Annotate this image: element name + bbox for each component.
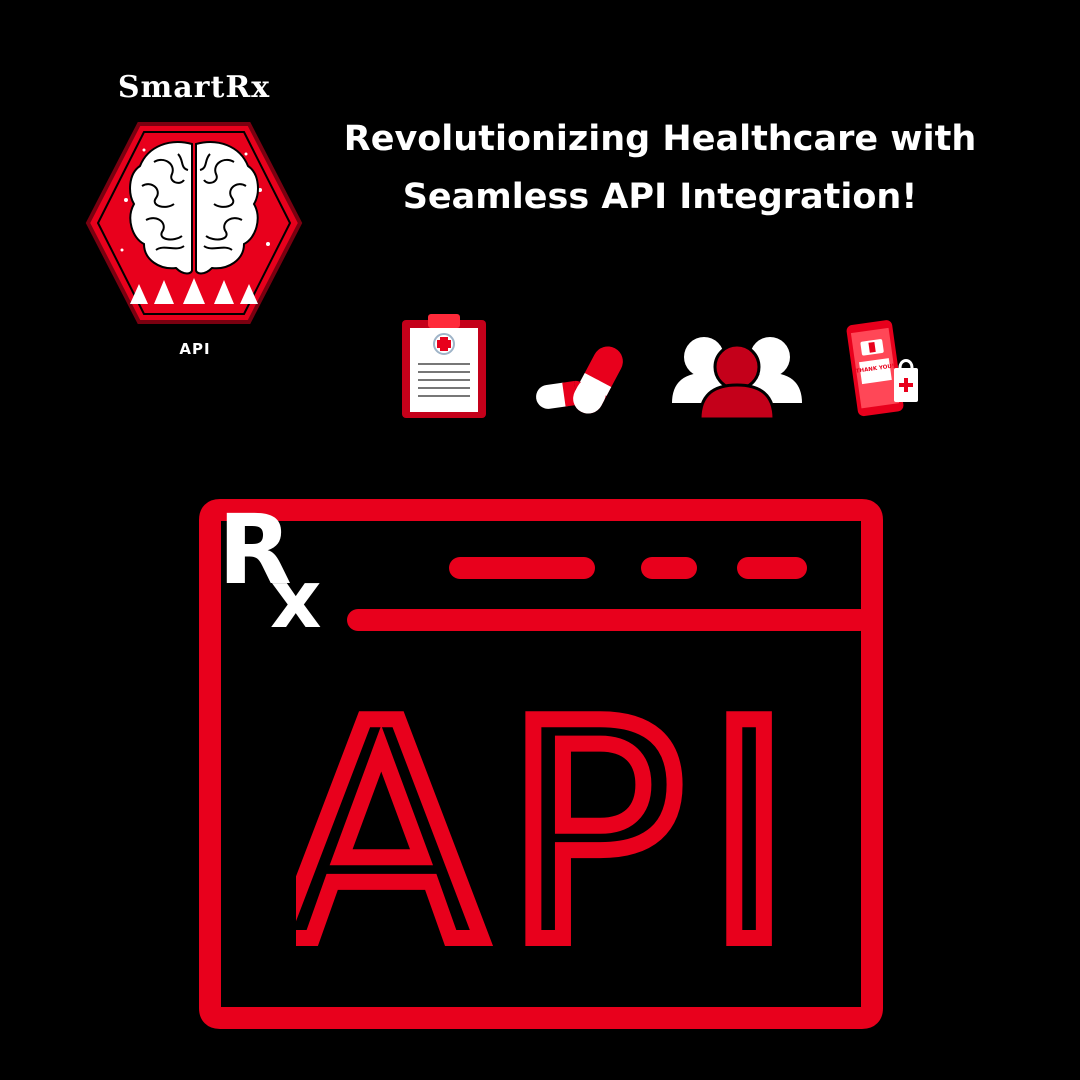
headline-line-2: Seamless API Integration!: [402, 177, 918, 217]
pills-icon: [536, 346, 623, 414]
logo-caption: API: [179, 340, 211, 358]
clipboard-icon: [402, 314, 486, 418]
smartrx-logo: [85, 122, 303, 324]
api-label-text: API: [296, 690, 796, 950]
headline-line-1: Revolutionizing Healthcare with: [343, 119, 977, 159]
rx-symbol: R x: [212, 502, 348, 662]
patients-icon: [672, 337, 802, 419]
rx-x: x: [270, 553, 322, 646]
phone-shopping-icon: THANK YOU!: [846, 320, 918, 417]
headline: Revolutionizing Healthcare with Seamless…: [318, 110, 1002, 226]
brand-name: SmartRx: [117, 70, 271, 105]
api-label: API: [296, 690, 796, 950]
